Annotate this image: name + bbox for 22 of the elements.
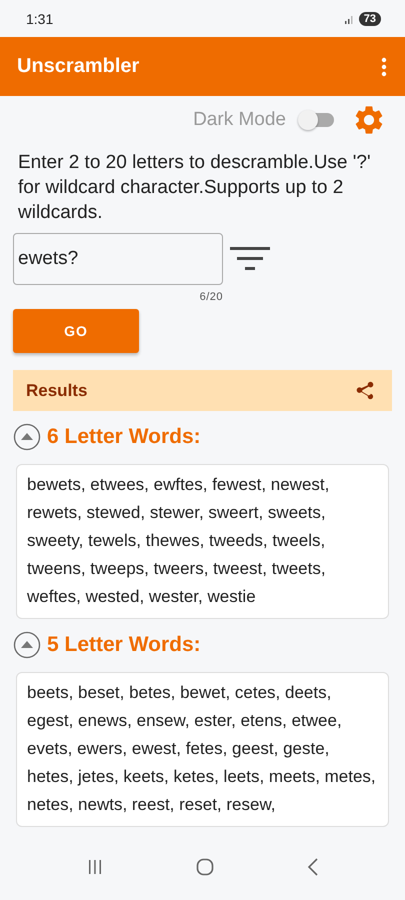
word-list: bewets, etwees, ewftes, fewest, newest, rewets, stewed, stewer, sweert, sweets, sweety, tewels, thewes, tweeds, tweels, tweens, tweeps, tweers, tweest, tweets, weftes, wested, wester, westie xyxy=(27,471,379,611)
more-icon[interactable] xyxy=(381,56,387,76)
filter-icon[interactable] xyxy=(230,245,270,273)
word-list: beets, beset, betes, bewet, cetes, deets, egest, enews, ensew, ester, etens, etwee, evets, ewers, ewest, fetes, geest, geste, hetes, jetes, keets, ketes, leets, meets, metes, netes, newts, reest, reset, resew, xyxy=(27,679,379,819)
section-title: 5 Letter Words: xyxy=(47,633,201,657)
dark-mode-switch[interactable] xyxy=(300,113,334,127)
recent-apps-icon[interactable] xyxy=(86,858,102,874)
back-icon[interactable] xyxy=(306,858,318,876)
battery-indicator: 73 xyxy=(358,12,381,26)
collapse-icon[interactable] xyxy=(13,631,41,659)
collapse-icon[interactable] xyxy=(13,423,41,451)
home-icon[interactable] xyxy=(196,858,214,876)
signal-icon xyxy=(344,14,355,24)
share-icon[interactable] xyxy=(354,380,376,402)
status-time: 1:31 xyxy=(26,10,54,26)
section-title: 6 Letter Words: xyxy=(47,425,201,449)
app-title: Unscrambler xyxy=(17,55,140,78)
results-title: Results xyxy=(26,380,88,400)
instructions-text: Enter 2 to 20 letters to descramble.Use '?' for wildcard character.Supports up to 2 wildcards. xyxy=(18,151,372,225)
character-counter: 6/20 xyxy=(200,291,223,303)
dark-mode-label: Dark Mode xyxy=(193,109,286,131)
letters-field[interactable]: ewets? xyxy=(13,233,223,285)
